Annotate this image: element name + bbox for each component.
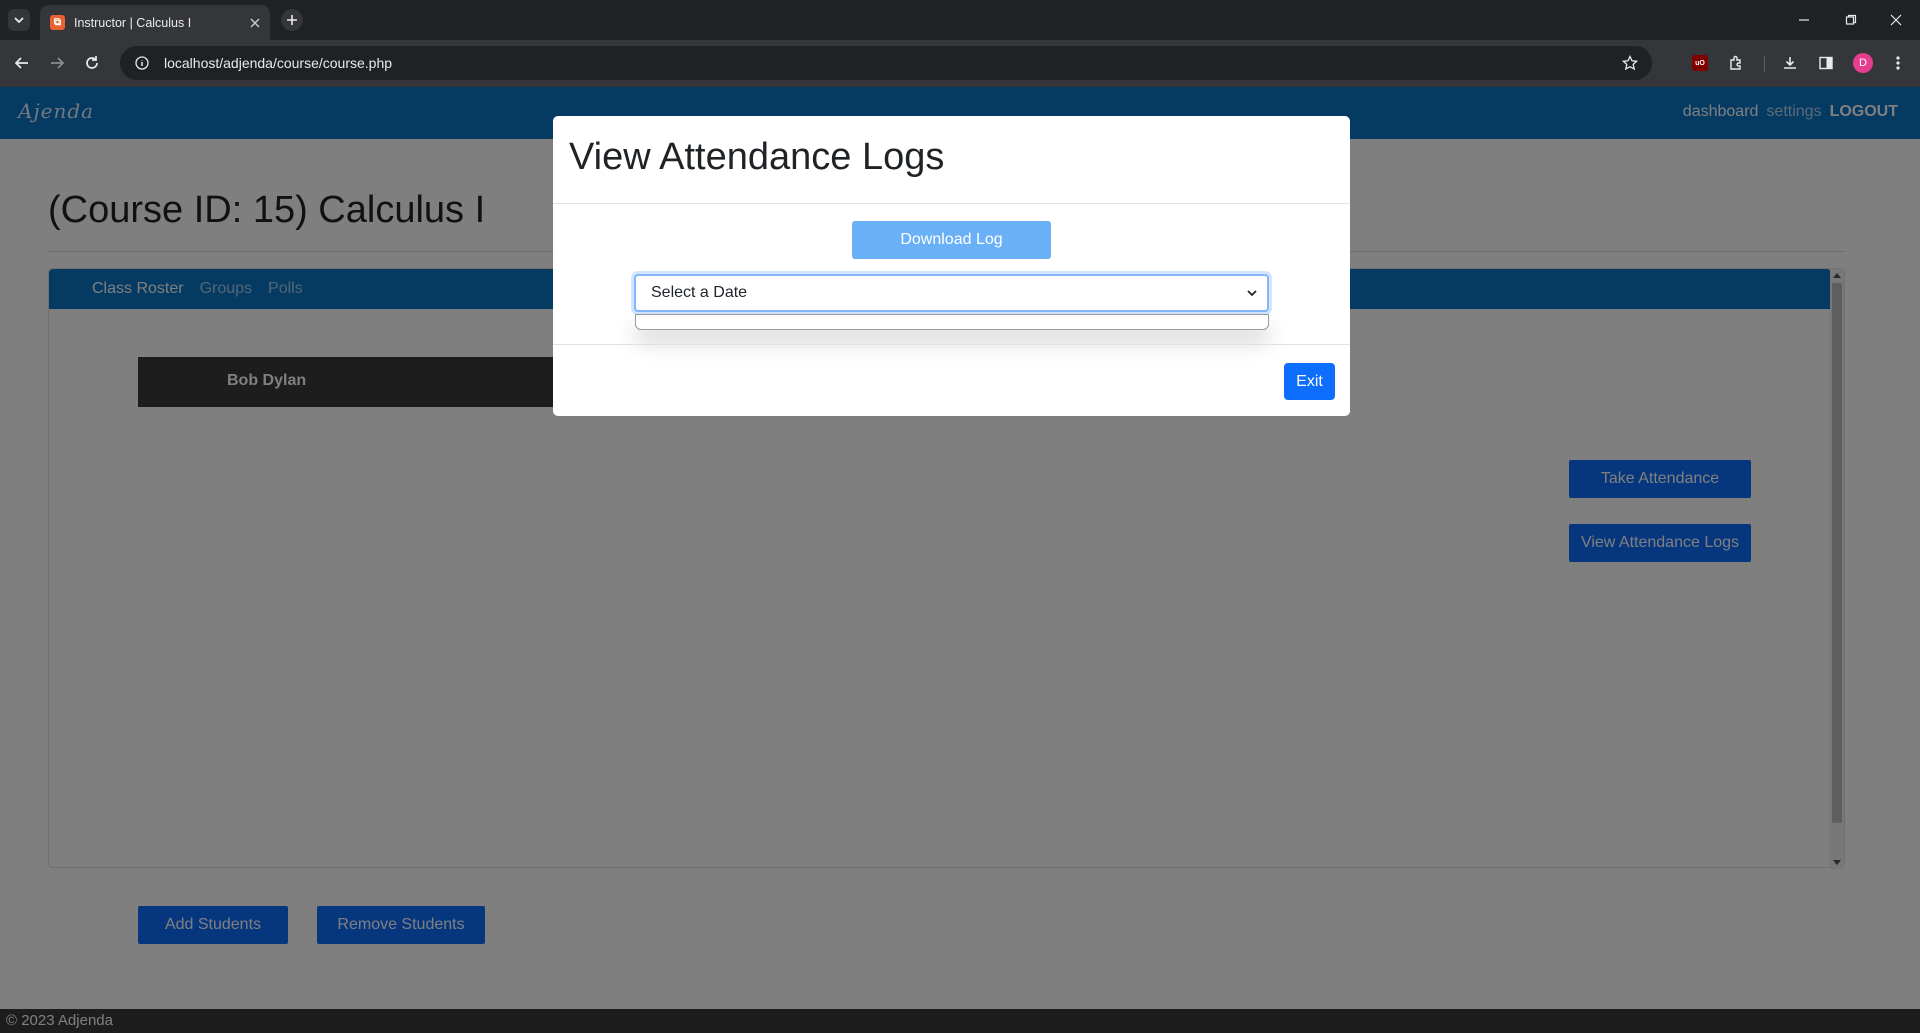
modal-header: View Attendance Logs: [553, 116, 1350, 204]
ublock-extension-icon[interactable]: uO: [1688, 51, 1712, 75]
date-dropdown-list[interactable]: [635, 314, 1269, 330]
url-text: localhost/adjenda/course/course.php: [164, 55, 393, 71]
reload-icon[interactable]: [80, 51, 104, 75]
date-select-value: Select a Date: [651, 284, 748, 301]
minimize-icon[interactable]: [1792, 8, 1816, 32]
plus-icon[interactable]: [281, 9, 303, 31]
browser-tab[interactable]: ⧉ Instructor | Calculus I: [40, 5, 270, 40]
date-select[interactable]: Select a Date: [634, 274, 1269, 312]
tab-title: Instructor | Calculus I: [74, 15, 192, 30]
modal-title: View Attendance Logs: [569, 136, 945, 178]
site-info-icon[interactable]: [132, 53, 152, 73]
chevron-down-icon: [1246, 287, 1258, 299]
exit-button[interactable]: Exit: [1284, 363, 1335, 400]
extensions-icon[interactable]: [1724, 51, 1748, 75]
restore-icon[interactable]: [1839, 8, 1863, 32]
tab-list-icon[interactable]: [8, 9, 30, 31]
close-icon[interactable]: [250, 17, 260, 28]
download-log-button[interactable]: Download Log: [852, 221, 1051, 259]
toolbar-divider: [1764, 56, 1765, 72]
side-panel-icon[interactable]: [1814, 51, 1838, 75]
address-bar[interactable]: localhost/adjenda/course/course.php: [120, 46, 1652, 80]
back-icon[interactable]: [10, 51, 34, 75]
star-icon[interactable]: [1620, 53, 1640, 73]
attendance-logs-modal: View Attendance Logs Download Log Select…: [553, 116, 1350, 416]
favicon-icon: ⧉: [50, 15, 65, 30]
close-window-icon[interactable]: [1884, 8, 1908, 32]
browser-toolbar: localhost/adjenda/course/course.php uO D: [0, 40, 1920, 87]
browser-tab-bar: ⧉ Instructor | Calculus I: [0, 0, 1920, 40]
more-icon[interactable]: [1886, 51, 1910, 75]
profile-avatar[interactable]: D: [1851, 51, 1875, 75]
modal-footer-divider: [553, 344, 1350, 345]
forward-icon[interactable]: [45, 51, 69, 75]
download-icon[interactable]: [1778, 51, 1802, 75]
